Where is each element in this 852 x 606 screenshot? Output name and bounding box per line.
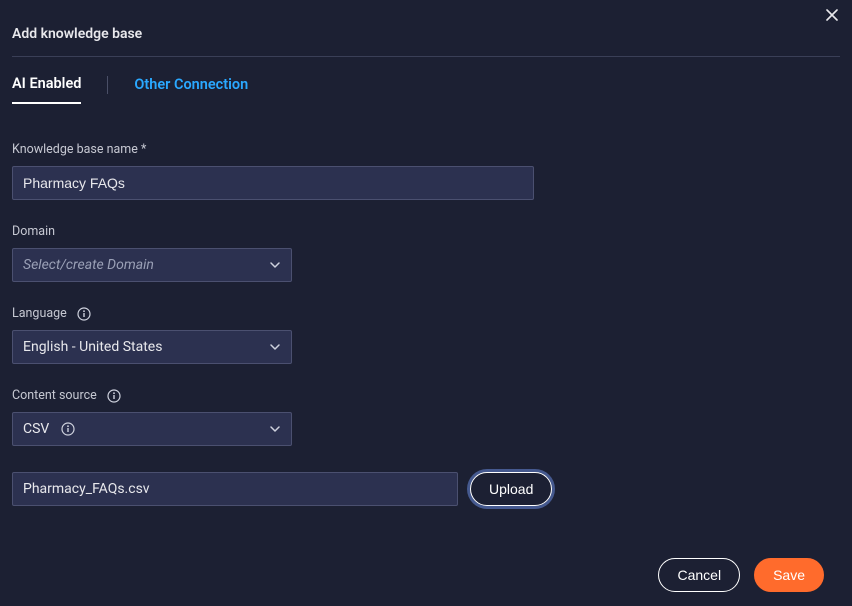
content-source-label: Content source (12, 388, 97, 403)
upload-button[interactable]: Upload (470, 472, 552, 506)
tabs: AI Enabled Other Connection (12, 57, 840, 104)
close-icon[interactable] (826, 8, 838, 24)
info-icon[interactable] (77, 307, 91, 321)
save-button[interactable]: Save (754, 558, 824, 592)
chevron-down-icon (269, 259, 281, 271)
info-icon[interactable] (61, 422, 75, 436)
tab-other-connection[interactable]: Other Connection (134, 76, 248, 103)
language-select[interactable]: English - United States (12, 330, 292, 364)
kb-name-input[interactable] (12, 166, 534, 200)
language-label: Language (12, 306, 67, 321)
chevron-down-icon (269, 341, 281, 353)
language-value: English - United States (23, 339, 162, 355)
domain-placeholder: Select/create Domain (23, 257, 154, 273)
info-icon[interactable] (107, 389, 121, 403)
domain-select[interactable]: Select/create Domain (12, 248, 292, 282)
cancel-button[interactable]: Cancel (658, 558, 740, 592)
chevron-down-icon (269, 423, 281, 435)
kb-name-label: Knowledge base name * (12, 142, 840, 157)
content-source-value: CSV (23, 421, 49, 437)
file-name-input[interactable]: Pharmacy_FAQs.csv (12, 472, 458, 506)
content-source-select[interactable]: CSV (12, 412, 292, 446)
dialog-title: Add knowledge base (12, 0, 840, 57)
domain-label: Domain (12, 224, 840, 239)
tab-ai-enabled[interactable]: AI Enabled (12, 75, 81, 104)
file-name-value: Pharmacy_FAQs.csv (23, 481, 150, 497)
tab-divider (107, 76, 108, 94)
